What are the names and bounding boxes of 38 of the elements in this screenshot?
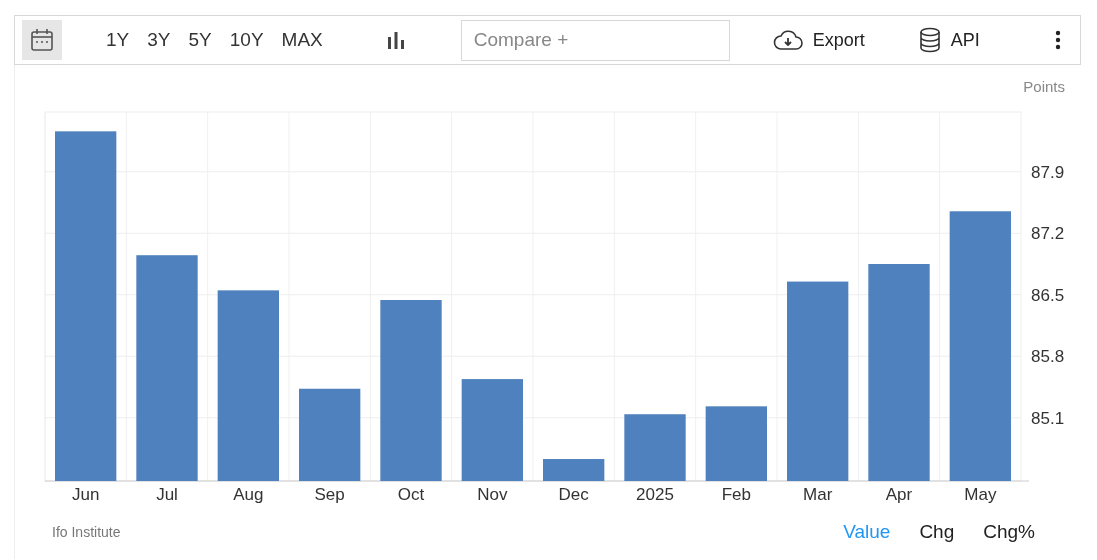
x-tick-label: Jun bbox=[71, 485, 100, 504]
y-tick-label: 85.8 bbox=[1031, 347, 1065, 367]
y-tick-label: 85.1 bbox=[1031, 408, 1065, 428]
bar bbox=[543, 459, 605, 481]
x-tick-label: Oct bbox=[397, 485, 425, 504]
api-button[interactable]: API bbox=[916, 25, 982, 55]
calendar-icon bbox=[29, 27, 55, 53]
range-button[interactable]: 1Y bbox=[99, 27, 137, 53]
source-label: Ifo Institute bbox=[52, 524, 121, 540]
range-button[interactable]: 5Y bbox=[181, 27, 219, 53]
view-tab[interactable]: Chg% bbox=[983, 521, 1035, 543]
x-tick-label: Mar bbox=[803, 485, 833, 504]
x-tick-label: May bbox=[964, 485, 997, 504]
bar-chart-icon bbox=[385, 30, 406, 50]
range-button[interactable]: MAX bbox=[274, 27, 330, 53]
range-button[interactable]: 10Y bbox=[222, 27, 271, 53]
x-tick-label: 2025 bbox=[636, 485, 674, 504]
unit-label: Points bbox=[1023, 78, 1065, 95]
y-tick-label: 87.9 bbox=[1031, 162, 1065, 182]
x-tick-label: Nov bbox=[477, 485, 508, 504]
calendar-button[interactable] bbox=[22, 20, 62, 60]
more-button[interactable] bbox=[1053, 28, 1063, 52]
kebab-menu-icon bbox=[1055, 30, 1061, 50]
bar bbox=[624, 414, 686, 481]
x-tick-label: Sep bbox=[314, 485, 345, 504]
database-icon bbox=[918, 27, 941, 53]
x-tick-label: Dec bbox=[558, 485, 589, 504]
y-tick-label: 86.5 bbox=[1031, 285, 1065, 305]
view-tab[interactable]: Chg bbox=[919, 521, 955, 543]
y-tick-label: 87.2 bbox=[1031, 224, 1065, 244]
cloud-download-icon bbox=[772, 29, 803, 51]
x-tick-label: Feb bbox=[721, 485, 751, 504]
x-tick-label: Apr bbox=[885, 485, 913, 504]
x-tick-label: Jul bbox=[156, 485, 178, 504]
export-button[interactable]: Export bbox=[770, 27, 867, 53]
x-tick-label: Aug bbox=[233, 485, 264, 504]
compare-field[interactable]: Compare + bbox=[460, 19, 730, 61]
range-button[interactable]: 3Y bbox=[140, 27, 178, 53]
